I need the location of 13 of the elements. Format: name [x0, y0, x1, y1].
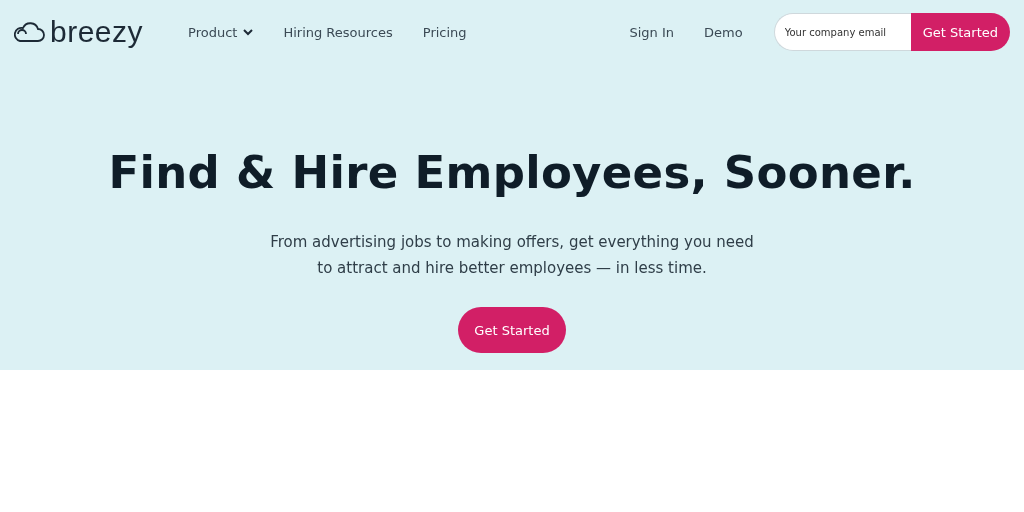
- subheadline: From advertising jobs to making offers, get everything you need to attract and hire better employees — in less time.: [269, 232, 755, 279]
- nav-link[interactable]: Hiring Resources: [283, 24, 393, 40]
- nav-link[interactable]: Product: [188, 24, 254, 40]
- caret-icon[interactable]: [243, 28, 254, 36]
- logo-text[interactable]: breezy: [50, 17, 144, 47]
- get-started-button[interactable]: Get Started: [458, 307, 566, 353]
- nav-link[interactable]: Sign In: [629, 24, 675, 40]
- nav-link[interactable]: Demo: [704, 24, 743, 40]
- get-started-button[interactable]: Get Started: [910, 13, 1010, 51]
- cloud-icon[interactable]: [14, 20, 46, 44]
- nav-link[interactable]: Pricing: [422, 24, 467, 40]
- headline: Find & Hire Employees, Sooner.: [108, 146, 916, 199]
- email-field[interactable]: Your company email: [773, 13, 911, 51]
